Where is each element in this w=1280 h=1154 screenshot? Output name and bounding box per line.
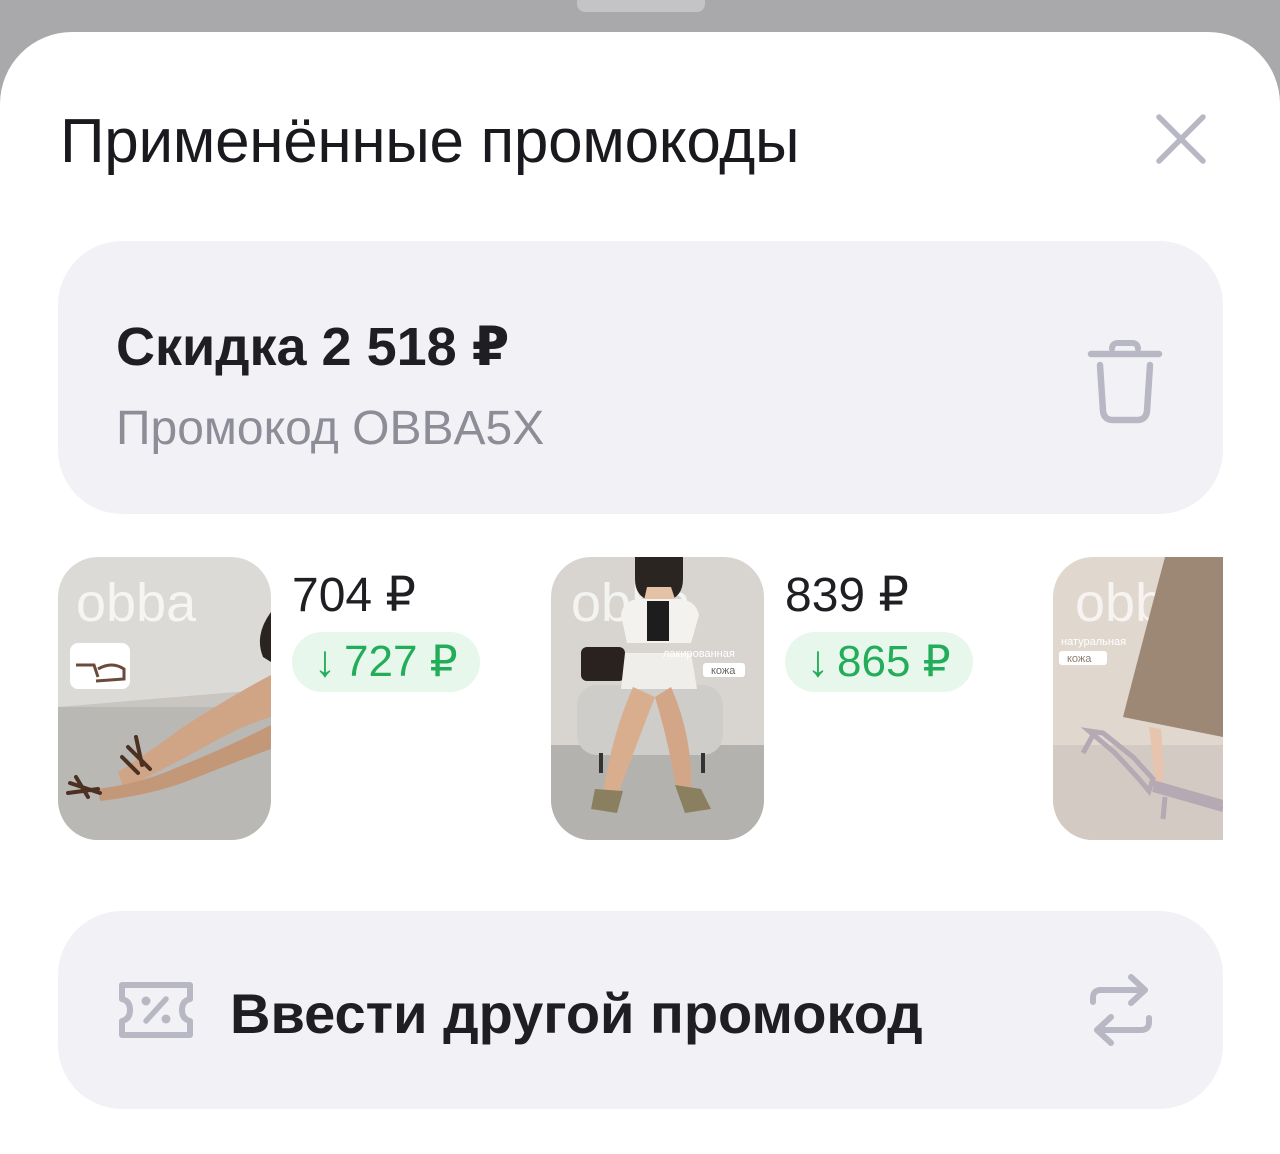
enter-promo-button[interactable]: Ввести другой промокод <box>58 911 1223 1109</box>
old-price: 865 ₽ <box>837 637 951 686</box>
remove-promo-button[interactable] <box>1084 337 1166 427</box>
applied-promo-card: Скидка 2 518 ₽ Промокод OBBA5X <box>58 241 1223 514</box>
price-drop-badge: ↓ 727 ₽ <box>292 632 480 692</box>
product-image[interactable]: obba <box>58 557 271 840</box>
enter-promo-label: Ввести другой промокод <box>230 982 923 1045</box>
price-drop-badge: ↓ 865 ₽ <box>785 632 973 692</box>
percent-ticket-icon <box>119 982 193 1038</box>
discount-amount: Скидка 2 518 ₽ <box>116 317 510 377</box>
product-image[interactable]: obbo натуральная кожа <box>1053 557 1223 840</box>
sheet-grabber[interactable] <box>577 0 705 12</box>
close-icon <box>1156 114 1206 164</box>
product-tag: лакированная <box>663 648 735 660</box>
trash-icon <box>1087 340 1163 424</box>
promo-code-label: Промокод OBBA5X <box>116 402 545 455</box>
product-price: 704 ₽ <box>292 569 416 622</box>
promo-sheet: Применённые промокоды Скидка 2 518 ₽ Про… <box>0 32 1280 1154</box>
product-price: 839 ₽ <box>785 569 909 622</box>
old-price: 727 ₽ <box>344 637 458 686</box>
product-image[interactable]: obba лакированная кожа <box>551 557 764 840</box>
close-button[interactable] <box>1150 108 1212 170</box>
product-tag: натуральная <box>1061 636 1126 648</box>
product-tag: кожа <box>1067 653 1092 665</box>
product-card[interactable]: obbo натуральная кожа <box>1053 557 1223 842</box>
brand-logo-overlay: obba <box>76 573 197 633</box>
arrow-down-icon: ↓ <box>314 637 336 686</box>
product-tag: кожа <box>711 665 736 677</box>
sheet-title: Применённые промокоды <box>60 107 800 176</box>
swap-arrows-icon <box>1090 974 1152 1046</box>
arrow-down-icon: ↓ <box>807 637 829 686</box>
